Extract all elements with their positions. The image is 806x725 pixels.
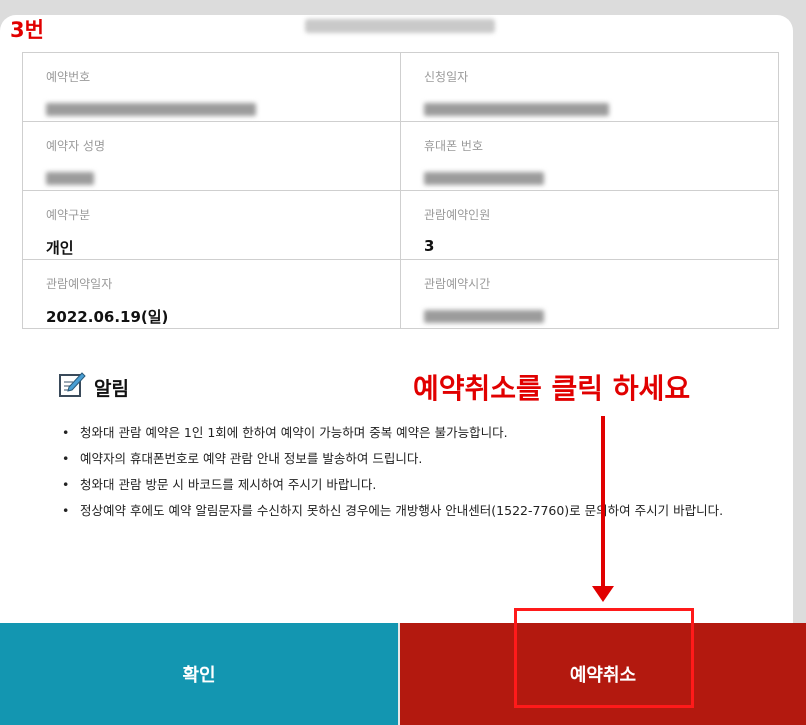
notice-header: 알림 [58,371,129,403]
visitor-count-cell: 관람예약인원 3 [401,191,779,260]
visit-time-cell: 관람예약시간 [401,260,779,329]
reservation-number-label: 예약번호 [46,70,91,84]
highlight-box [514,608,694,708]
notice-title: 알림 [94,377,129,400]
notice-item: 정상예약 후에도 예약 알림문자를 수신하지 못하신 경우에는 개방행사 안내센… [62,498,762,524]
visit-date-value: 2022.06.19(일) [46,308,169,326]
phone-number-cell: 휴대폰 번호 [401,122,779,191]
reservation-info-grid: 예약번호 신청일자 예약자 성명 휴대폰 번호 예약구분 개인 관람예약인원 3… [22,52,779,329]
visit-date-cell: 관람예약일자 2022.06.19(일) [23,260,401,329]
step-label: 3번 [10,18,44,42]
notice-item: 청와대 관람 예약은 1인 1회에 한하여 예약이 가능하며 중복 예약은 불가… [62,420,762,446]
phone-number-label: 휴대폰 번호 [424,139,484,153]
click-instruction-annotation: 예약취소를 클릭 하세요 [413,372,691,405]
reservation-number-cell: 예약번호 [23,53,401,122]
reservation-number-redacted [46,103,256,116]
visitor-count-value: 3 [424,237,435,255]
visit-time-label: 관람예약시간 [424,277,491,291]
reserver-name-cell: 예약자 성명 [23,122,401,191]
memo-icon [58,371,86,403]
notice-item: 예약자의 휴대폰번호로 예약 관람 안내 정보를 발송하여 드립니다. [62,446,762,472]
visit-time-redacted [424,310,544,323]
reservation-modal: 예약번호 신청일자 예약자 성명 휴대폰 번호 예약구분 개인 관람예약인원 3… [0,15,793,710]
confirm-button[interactable]: 확인 [0,623,400,725]
reservation-type-cell: 예약구분 개인 [23,191,401,260]
visit-date-label: 관람예약일자 [46,277,113,291]
notice-list: 청와대 관람 예약은 1인 1회에 한하여 예약이 가능하며 중복 예약은 불가… [62,420,762,524]
application-date-cell: 신청일자 [401,53,779,122]
reserver-name-label: 예약자 성명 [46,139,106,153]
phone-number-redacted [424,172,544,185]
application-date-label: 신청일자 [424,70,469,84]
reserver-name-redacted [46,172,94,185]
down-arrow-icon [592,416,614,602]
notice-item: 청와대 관람 방문 시 바코드를 제시하여 주시기 바랍니다. [62,472,762,498]
reservation-type-label: 예약구분 [46,208,91,222]
visitor-count-label: 관람예약인원 [424,208,491,222]
reservation-type-value: 개인 [46,239,74,257]
modal-title-redacted [305,19,495,33]
application-date-redacted [424,103,609,116]
